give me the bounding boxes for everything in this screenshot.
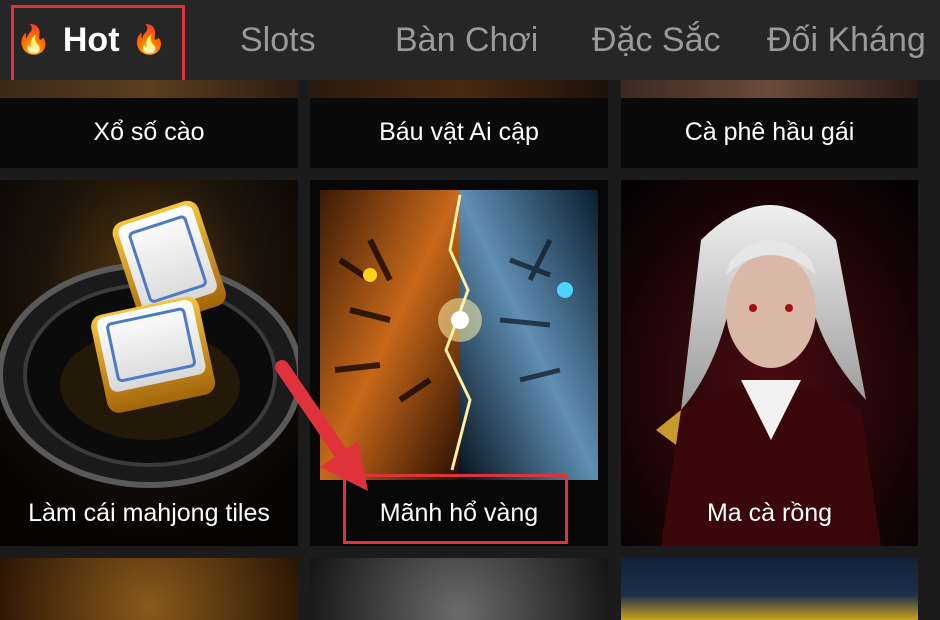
- game-thumbnail: [0, 80, 298, 98]
- game-card-row3-3[interactable]: [621, 558, 918, 620]
- tab-dac-sac-label: Đặc Sắc: [592, 20, 721, 59]
- game-card-row3-1[interactable]: [0, 558, 298, 620]
- tab-ban-choi-label: Bàn Chơi: [395, 20, 539, 59]
- game-thumbnail: [310, 558, 608, 620]
- game-card-bau-vat-ai-cap[interactable]: Báu vật Ai cập: [310, 80, 608, 168]
- game-card-xo-so-cao[interactable]: Xổ số cào: [0, 80, 298, 168]
- game-name: Làm cái mahjong tiles: [28, 499, 270, 527]
- game-name: Xổ số cào: [93, 118, 205, 146]
- tab-doi-khang[interactable]: Đối Kháng: [767, 0, 926, 80]
- game-card-ca-phe-hau-gai[interactable]: Cà phê hầu gái: [621, 80, 918, 168]
- tab-slots[interactable]: Slots: [240, 0, 316, 80]
- red-arrow-icon: [275, 360, 368, 491]
- vampire-thumbnail: [621, 180, 918, 546]
- game-card-row3-2[interactable]: [310, 558, 608, 620]
- tab-doi-khang-label: Đối Kháng: [767, 20, 926, 59]
- game-thumbnail: [0, 558, 298, 620]
- game-name: Báu vật Ai cập: [379, 118, 539, 146]
- game-card-ma-ca-rong[interactable]: Ma cà rồng: [621, 180, 918, 546]
- game-name: Cà phê hầu gái: [684, 118, 855, 146]
- game-thumbnail: [310, 80, 608, 98]
- hot-tab-highlight-box: [11, 5, 185, 85]
- game-thumbnail: [621, 558, 918, 620]
- game-name: Ma cà rồng: [706, 499, 833, 527]
- tab-slots-label: Slots: [240, 20, 316, 59]
- tab-ban-choi[interactable]: Bàn Chơi: [395, 0, 538, 80]
- mahjong-thumbnail: [0, 180, 298, 546]
- tab-dac-sac[interactable]: Đặc Sắc: [592, 0, 721, 80]
- game-thumbnail: [621, 80, 918, 98]
- game-card-lam-cai-mahjong-tiles[interactable]: Làm cái mahjong tiles: [0, 180, 298, 546]
